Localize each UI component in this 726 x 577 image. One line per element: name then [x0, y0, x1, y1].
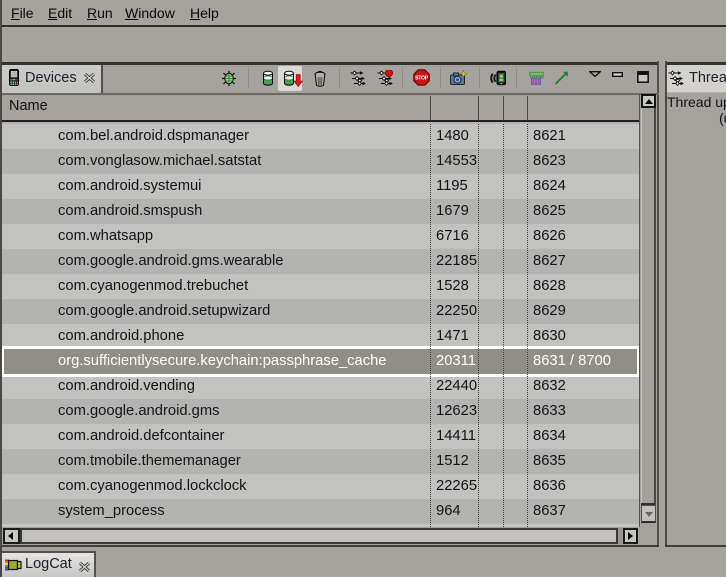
svg-text:STOP: STOP [415, 76, 429, 82]
